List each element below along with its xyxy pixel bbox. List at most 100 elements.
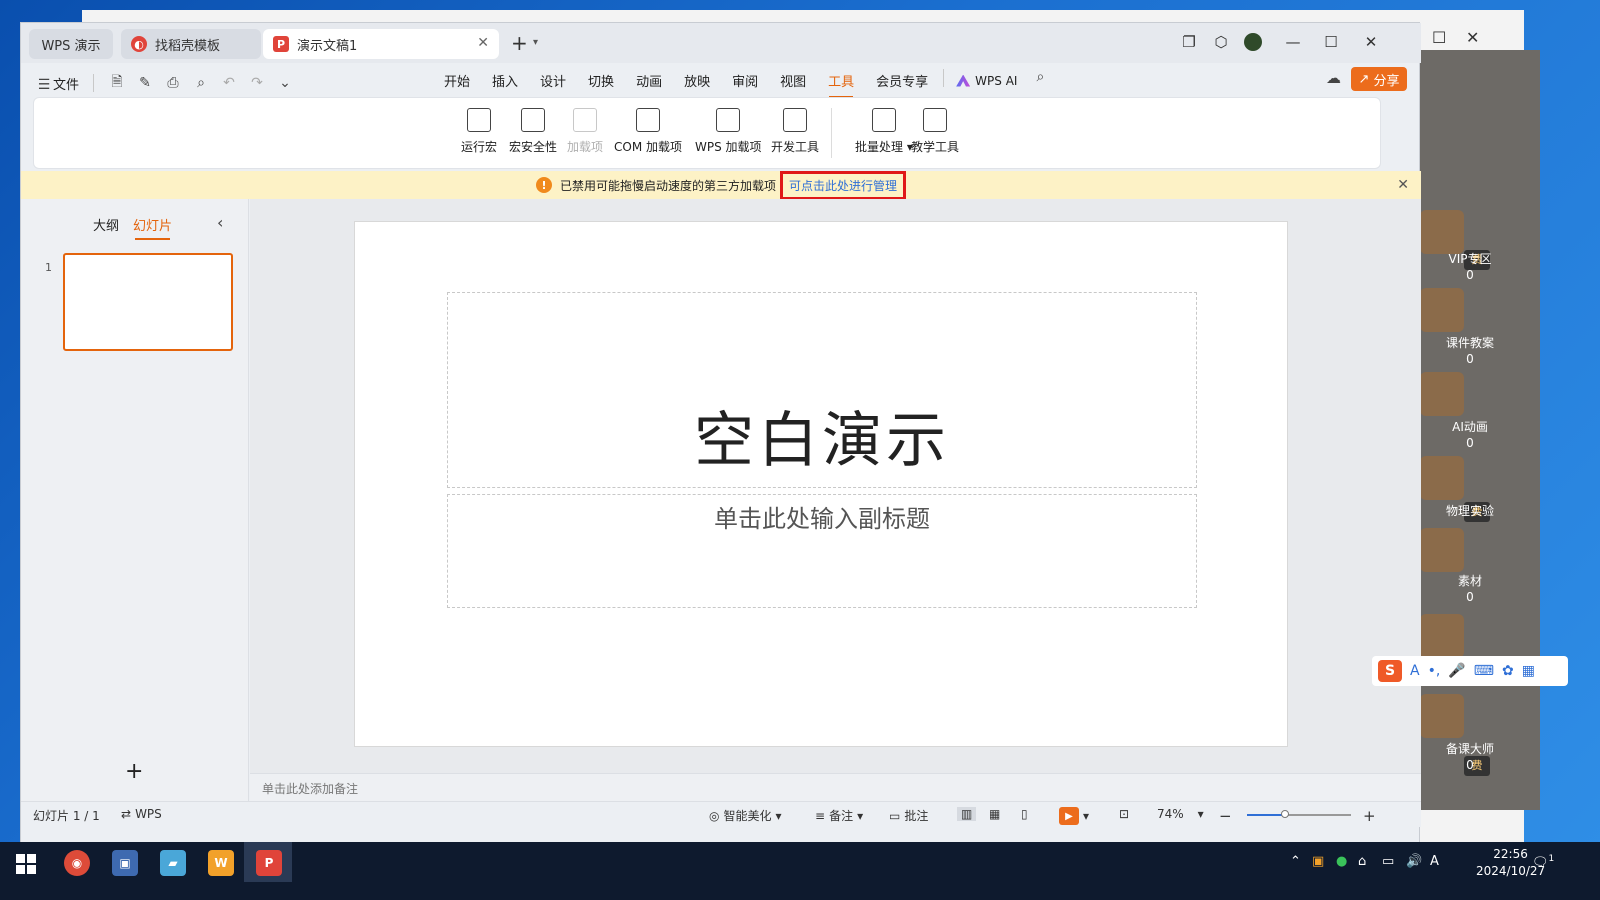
tab-wps-home[interactable]: WPS 演示 — [29, 29, 113, 59]
sogou-logo-icon[interactable]: S — [1378, 660, 1402, 682]
maximize-icon[interactable]: ☐ — [1432, 28, 1446, 47]
add-slide-icon[interactable]: + — [125, 759, 143, 784]
print-preview-icon[interactable]: ⌕ — [192, 75, 210, 91]
tab-member[interactable]: 会员专享 — [865, 69, 939, 92]
bg-item-label[interactable]: 素材 — [1420, 572, 1520, 589]
minimize-icon[interactable]: — — [1283, 33, 1303, 51]
tab-animations[interactable]: 动画 — [625, 69, 673, 92]
notes-pane[interactable]: 单击此处添加备注 — [250, 773, 1421, 801]
teaching-tools-button[interactable]: 教学工具 — [911, 108, 959, 155]
bg-item-label[interactable]: AI动画 — [1420, 418, 1520, 435]
volume-icon[interactable]: 🔊 — [1406, 854, 1422, 869]
search-icon[interactable]: ⌕ — [1031, 69, 1049, 92]
slide-canvas[interactable]: 空白演示 单击此处输入副标题 — [354, 221, 1288, 747]
com-add-ins-button[interactable]: COM 加载项 — [614, 108, 682, 155]
format-painter-icon[interactable]: ✎ — [136, 75, 154, 91]
app-tray-icon[interactable]: ● — [1336, 854, 1347, 869]
reading-view-icon[interactable]: ▯ — [1021, 807, 1028, 821]
zoom-in-icon[interactable]: + — [1363, 807, 1376, 825]
tab-docer-templates[interactable]: ◐ 找稻壳模板 — [121, 29, 261, 59]
wps-tray-icon[interactable]: ▣ — [1312, 854, 1324, 869]
bg-thumb[interactable] — [1420, 210, 1464, 254]
close-tab-icon[interactable]: ✕ — [477, 35, 489, 51]
chevron-up-icon[interactable]: ⌃ — [1290, 854, 1301, 869]
smart-beautify-button[interactable]: ◎ 智能美化 ▾ — [709, 807, 782, 824]
save-icon[interactable]: 🗎 — [108, 71, 126, 95]
tab-outline[interactable]: 大纲 — [93, 215, 119, 234]
window-restore-icon[interactable]: ❐ — [1179, 33, 1199, 51]
add-ins-button[interactable]: 加载项 — [567, 108, 603, 155]
developer-tools-button[interactable]: 开发工具 — [771, 108, 819, 155]
undo-icon[interactable]: ↶ — [220, 75, 238, 91]
new-tab-icon[interactable]: + — [511, 31, 528, 55]
bg-thumb[interactable] — [1420, 528, 1464, 572]
zoom-slider-handle[interactable] — [1281, 810, 1290, 818]
keyboard-icon[interactable]: ⌨ — [1474, 663, 1494, 679]
share-button[interactable]: ↗ 分享 — [1351, 67, 1407, 91]
tab-review[interactable]: 审阅 — [721, 69, 769, 92]
ime-language[interactable]: A — [1410, 663, 1420, 679]
batch-process-button[interactable]: 批量处理 ▾ — [855, 108, 913, 155]
tab-view[interactable]: 视图 — [769, 69, 817, 92]
tab-slides[interactable]: 幻灯片 — [133, 215, 172, 240]
tab-tools[interactable]: 工具 — [817, 69, 865, 98]
microphone-icon[interactable]: 🎤 — [1448, 663, 1465, 679]
wps-status-button[interactable]: ⇄ WPS — [121, 807, 162, 821]
normal-view-icon[interactable]: ▥ — [957, 807, 977, 821]
close-icon[interactable]: ✕ — [1361, 33, 1381, 51]
macro-security-button[interactable]: 宏安全性 — [509, 108, 557, 155]
wps-ai-button[interactable]: WPS AI — [948, 69, 1025, 92]
file-menu[interactable]: ☰ 文件 — [35, 74, 79, 93]
notes-toggle-button[interactable]: ≡ 备注 ▾ — [815, 807, 863, 824]
comment-button[interactable]: ▭ 批注 — [889, 807, 928, 824]
chevron-down-icon[interactable]: ▾ — [533, 37, 538, 48]
computer-icon[interactable]: ▣ — [112, 850, 138, 876]
bg-item-label[interactable]: 课件教案 — [1420, 334, 1520, 351]
subtitle-placeholder[interactable]: 单击此处输入副标题 — [447, 494, 1197, 608]
wps-presentation-icon[interactable]: P — [256, 850, 282, 876]
close-icon[interactable]: ✕ — [1466, 28, 1479, 47]
network-icon[interactable]: ⌂ — [1358, 854, 1366, 869]
tab-slideshow[interactable]: 放映 — [673, 69, 721, 92]
run-macro-button[interactable]: 运行宏 — [461, 108, 497, 155]
skin-icon[interactable]: ✿ — [1502, 663, 1514, 679]
wps-office-icon[interactable]: W — [208, 850, 234, 876]
fit-window-icon[interactable]: ⊡ — [1119, 807, 1129, 821]
bg-item-label[interactable]: 物理实验 — [1420, 502, 1520, 519]
zoom-out-icon[interactable]: − — [1219, 807, 1232, 825]
tab-presentation[interactable]: P 演示文稿1 ✕ — [263, 29, 499, 59]
notification-icon[interactable]: 🗨1 — [1532, 854, 1554, 870]
redo-icon[interactable]: ↷ — [248, 75, 266, 91]
maximize-icon[interactable]: ☐ — [1321, 33, 1341, 51]
print-icon[interactable]: ⎙ — [164, 75, 182, 91]
bg-thumb[interactable] — [1420, 288, 1464, 332]
ime-tray-label[interactable]: A — [1430, 854, 1439, 869]
chrome-icon[interactable]: ◉ — [64, 850, 90, 876]
bg-item-label[interactable]: 备课大师 — [1420, 740, 1520, 757]
bg-item-label[interactable]: VIP专区 — [1420, 250, 1520, 267]
cloud-upload-icon[interactable]: ☁ — [1326, 69, 1341, 87]
punctuation-icon[interactable]: •, — [1428, 663, 1441, 679]
cube-icon[interactable]: ⬡ — [1211, 33, 1231, 51]
slide-thumbnail[interactable] — [63, 253, 233, 351]
title-placeholder[interactable]: 空白演示 — [447, 292, 1197, 488]
zoom-select[interactable]: 74% ▾ — [1157, 807, 1204, 821]
zoom-slider[interactable] — [1247, 810, 1351, 818]
tab-design[interactable]: 设计 — [529, 69, 577, 92]
toolbox-icon[interactable]: ▦ — [1522, 663, 1535, 679]
chevron-down-icon[interactable]: ⌄ — [276, 75, 294, 91]
bg-thumb[interactable] — [1420, 372, 1464, 416]
bg-thumb[interactable] — [1420, 614, 1464, 658]
avatar[interactable] — [1243, 33, 1263, 55]
wps-add-ins-button[interactable]: WPS 加载项 — [695, 108, 762, 155]
windows-start-icon[interactable] — [16, 854, 36, 874]
notes-app-icon[interactable]: ▰ — [160, 850, 186, 876]
play-slideshow-button[interactable]: ▶ ▾ — [1059, 807, 1089, 825]
tab-insert[interactable]: 插入 — [481, 69, 529, 92]
tab-home[interactable]: 开始 — [433, 69, 481, 92]
bg-thumb[interactable] — [1420, 694, 1464, 738]
chevron-left-icon[interactable]: ‹ — [217, 213, 223, 232]
tab-transitions[interactable]: 切换 — [577, 69, 625, 92]
slide-sorter-icon[interactable]: ▦ — [989, 807, 1000, 821]
display-icon[interactable]: ▭ — [1382, 854, 1394, 869]
